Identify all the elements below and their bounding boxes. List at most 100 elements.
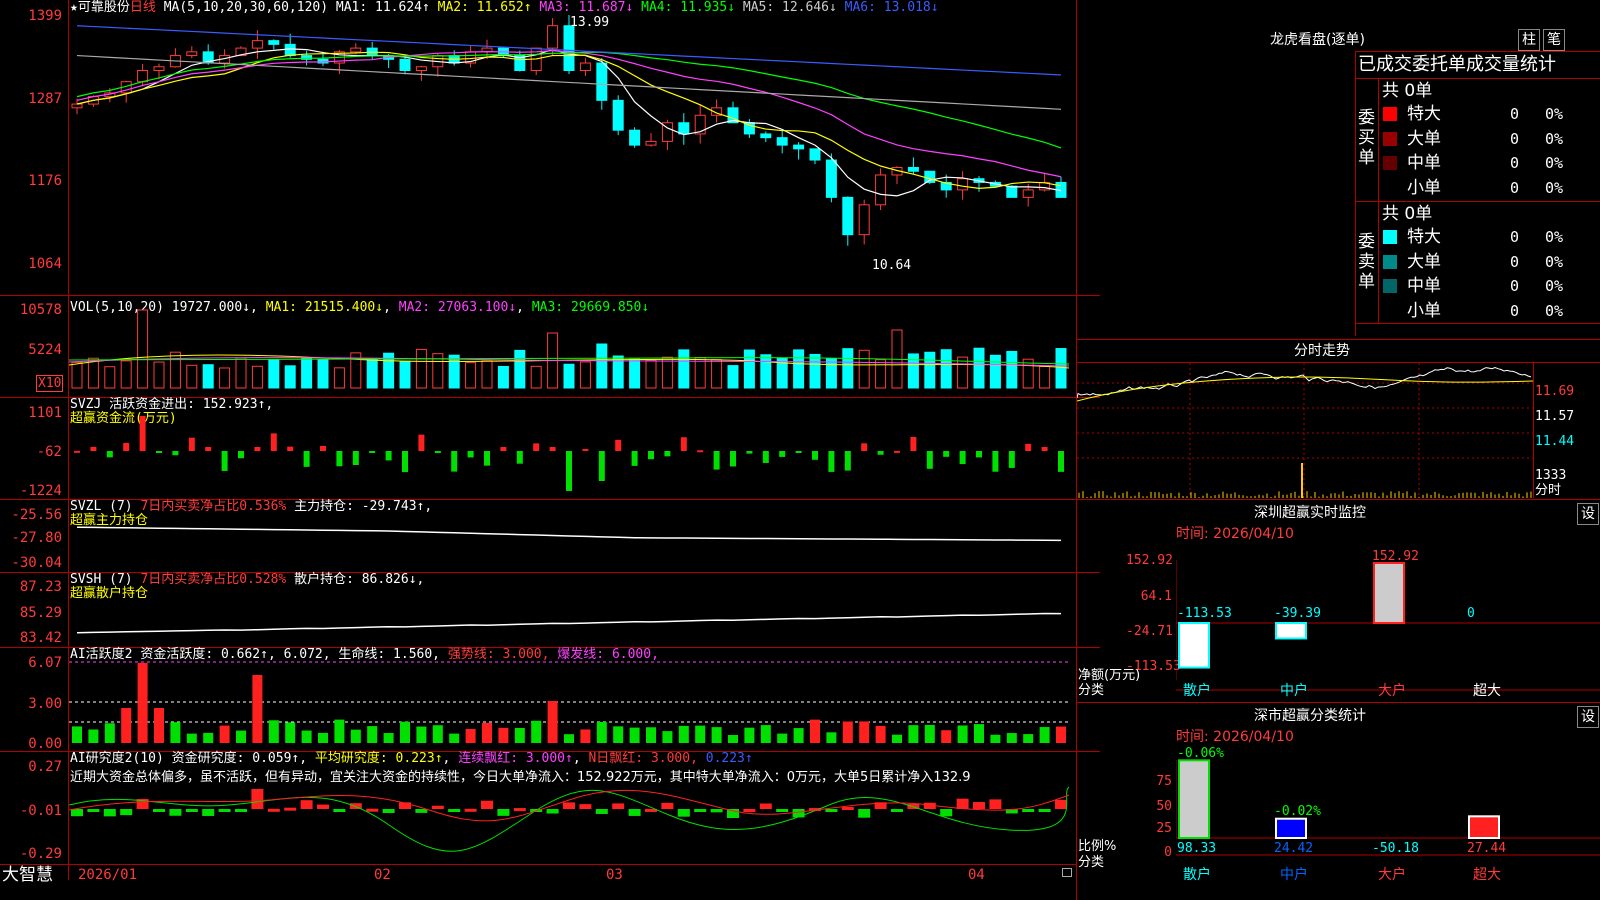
y-label: 1064 (28, 256, 62, 272)
activity-bar (974, 724, 984, 743)
activity-bar (629, 727, 640, 743)
candle-body (678, 122, 690, 135)
fund-flow-bar (697, 450, 704, 453)
fund-flow-chart[interactable] (69, 398, 1076, 498)
research-bar (120, 809, 133, 816)
sz-category-label: 超大 (1473, 683, 1501, 699)
fund-flow-bar (139, 416, 146, 451)
volume-bar (661, 356, 673, 389)
candle-body (186, 51, 198, 57)
activity-bar (564, 734, 574, 743)
research-bar (251, 789, 264, 809)
activity-bar (941, 730, 952, 743)
pen-mode-button[interactable]: 笔 (1543, 29, 1565, 51)
main-position-chart[interactable] (69, 500, 1076, 572)
period-label[interactable]: 日线 (130, 0, 156, 15)
sell-row-pct: 0% (1545, 301, 1564, 320)
activity-bar (170, 722, 181, 743)
volume-bar (514, 349, 526, 389)
volume-bar (268, 359, 280, 389)
research-bar (694, 809, 707, 812)
sz-settings-button[interactable]: 设 (1577, 503, 1599, 525)
fund-flow-bar (713, 451, 720, 470)
ai2-d: N日飘红: 3.000, (588, 751, 698, 766)
stat-chart[interactable]: -0.06% -0.02% 98.33 24.42 -50.18 27.44 (1176, 745, 1600, 865)
fund-flow-bar (205, 447, 212, 451)
volume-bar (186, 364, 198, 389)
volume-bar (596, 343, 608, 389)
y-label: -1224 (19, 483, 62, 499)
stat-category-label: 超大 (1473, 867, 1501, 883)
research-bar (103, 809, 116, 817)
sz-bar-value: -39.39 (1274, 606, 1321, 621)
sell-row-label: 小单 (1407, 300, 1441, 321)
ma6-value: MA6: 13.018↓ (844, 0, 939, 15)
research-bar (300, 800, 313, 809)
x-label: 04 (968, 867, 985, 883)
stock-name[interactable]: 可靠股份 (78, 0, 130, 15)
fund-flow-bar (254, 447, 261, 451)
volume-bar (694, 356, 706, 389)
volume-chart[interactable] (69, 300, 1076, 396)
bar-mode-button[interactable]: 柱 (1518, 29, 1540, 51)
volume-bar (858, 349, 870, 389)
buy-order-label: 委买单 (1358, 108, 1375, 168)
lock-icon[interactable] (1062, 868, 1072, 877)
stat-settings-button[interactable]: 设 (1577, 706, 1599, 728)
stat-title: 深市超赢分类统计 (1254, 708, 1366, 724)
candle-body (399, 58, 411, 71)
fund-flow-bar (894, 450, 900, 453)
fund-flow-bar (516, 451, 523, 464)
candlestick-chart[interactable] (69, 14, 1076, 294)
activity-bar (482, 722, 492, 743)
intraday-unit: 分时 (1535, 483, 1562, 498)
fund-flow-bar (926, 451, 933, 469)
fund-flow-bar (943, 451, 950, 457)
ai2-b: 平均研究度: 0.223↑ (314, 751, 443, 766)
fund-flow-bar (172, 451, 179, 456)
research-bar (579, 804, 592, 809)
order-stat-title: 已成交委托单成交量统计 (1358, 54, 1556, 75)
candle-body (284, 43, 296, 57)
fund-flow-bar (352, 451, 359, 465)
volume-bar (530, 365, 542, 389)
sz-bar (1275, 622, 1307, 640)
activity-bar (400, 721, 410, 743)
stat-bar (1275, 817, 1307, 839)
fund-flow-bar (730, 451, 736, 467)
panel-divider (0, 295, 1100, 296)
stat-date: 时间: 2026/04/10 (1176, 729, 1294, 745)
research-bar (563, 802, 575, 809)
research-bar (267, 808, 280, 812)
main-position-line (76, 526, 1062, 542)
fund-flow-bar (385, 451, 392, 461)
stat-bar-value: -50.18 (1372, 841, 1419, 856)
buy-row-pct: 0% (1545, 178, 1564, 197)
volume-bar (219, 367, 231, 389)
intraday-chart[interactable] (1077, 363, 1533, 498)
activity-bar (695, 725, 706, 743)
volume-bar (645, 359, 657, 389)
retail-position-chart[interactable] (69, 573, 1076, 647)
y-label: 1287 (28, 91, 62, 107)
research-bar (612, 803, 625, 809)
fund-flow-bar (566, 451, 572, 491)
volume-bar (399, 360, 411, 389)
intraday-avg-line (1077, 376, 1533, 402)
research-bar (366, 808, 379, 812)
fund-flow-bar (746, 451, 753, 454)
research-bar (333, 809, 346, 812)
volume-bar (711, 359, 723, 389)
sz-ylabel2: 分类 (1078, 683, 1105, 698)
ma2-value: MA2: 11.652↑ (437, 0, 532, 15)
y-label: 6.07 (28, 655, 62, 671)
ai-activity-chart[interactable] (69, 648, 1076, 750)
sz-monitor-chart[interactable]: -113.53 -39.39 152.92 0 (1176, 540, 1600, 694)
fund-flow-bar (123, 442, 130, 451)
stat-ylabel2: 分类 (1078, 855, 1105, 870)
ai-research-chart[interactable] (69, 785, 1076, 863)
x-label: 2026/01 (78, 867, 138, 883)
fund-flow-bar (615, 439, 622, 451)
candle-body (1006, 185, 1018, 198)
stat-y: 75 (1156, 774, 1172, 789)
